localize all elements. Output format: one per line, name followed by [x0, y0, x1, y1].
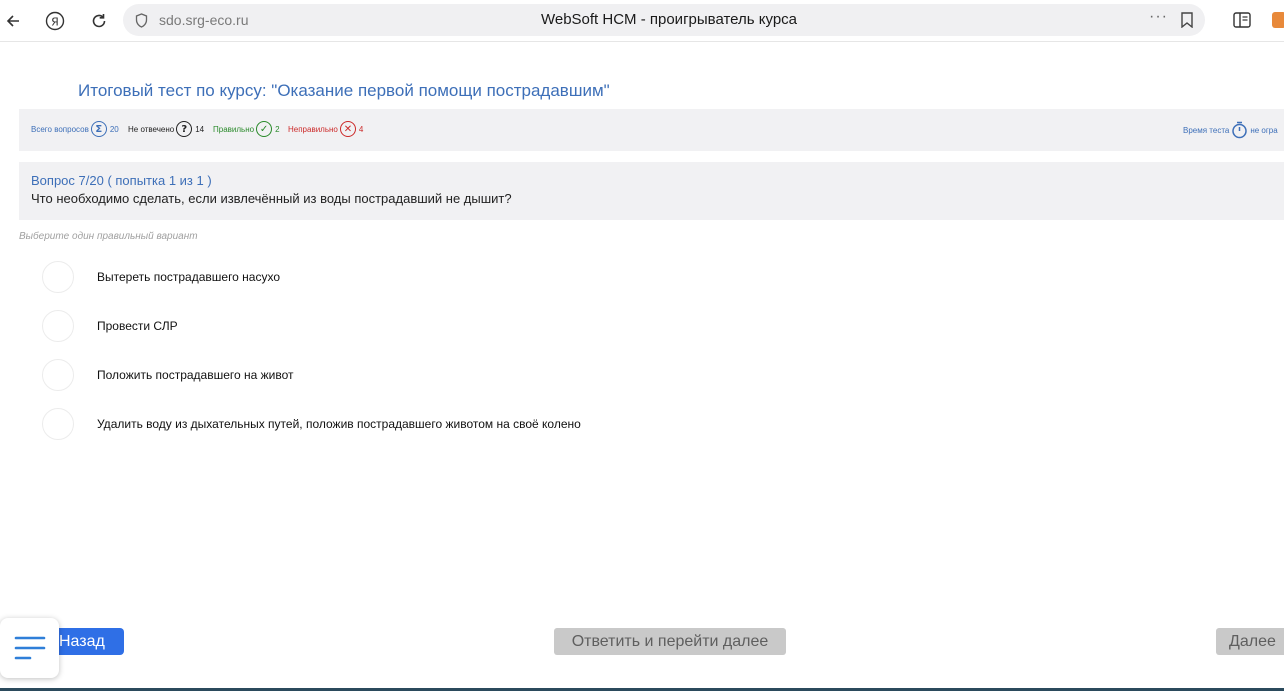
- answer-option-label[interactable]: Положить пострадавшего на живот: [97, 368, 294, 382]
- timer-value: не огра: [1250, 125, 1278, 135]
- answer-hint: Выберите один правильный вариант: [19, 231, 198, 242]
- stopwatch-icon: [1232, 121, 1248, 139]
- bookmark-icon[interactable]: [1180, 12, 1194, 28]
- stat-wrong-label: Неправильно: [288, 124, 338, 134]
- stat-unanswered-value: 14: [195, 124, 205, 134]
- yandex-icon[interactable]: Я: [42, 8, 68, 34]
- sum-icon: Σ: [90, 121, 107, 137]
- answer-option-4[interactable]: Удалить воду из дыхательных путей, полож…: [42, 407, 581, 441]
- more-menu-button[interactable]: ···: [1149, 8, 1168, 26]
- answer-option-label[interactable]: Провести СЛР: [97, 319, 178, 333]
- radio-button[interactable]: [42, 261, 74, 293]
- stat-unanswered: Не отвечено ? 14: [128, 121, 204, 137]
- stats-bar: Всего вопросов Σ 20 Не отвечено ? 14 Пра…: [19, 109, 1284, 151]
- browser-page-title: WebSoft HCM - проигрыватель курса: [540, 11, 798, 28]
- answer-option-1[interactable]: Вытереть пострадавшего насухо: [42, 260, 280, 294]
- back-button[interactable]: Назад: [59, 628, 124, 655]
- test-timer: Время теста не огра: [1183, 121, 1278, 139]
- radio-button[interactable]: [42, 310, 74, 342]
- stat-unanswered-label: Не отвечено: [128, 124, 175, 134]
- back-arrow-icon[interactable]: [0, 8, 26, 34]
- checkmark-icon: ✓: [256, 121, 273, 137]
- question-box: Вопрос 7/20 ( попытка 1 из 1 ) Что необх…: [19, 162, 1284, 220]
- stat-correct-label: Правильно: [213, 124, 255, 134]
- question-mark-icon: ?: [176, 121, 193, 137]
- stat-total-label: Всего вопросов: [31, 124, 89, 134]
- sidebar-icon[interactable]: [1232, 10, 1252, 30]
- menu-button[interactable]: [0, 618, 59, 678]
- course-title: Итоговый тест по курсу: "Оказание первой…: [78, 81, 610, 100]
- answer-option-3[interactable]: Положить пострадавшего на живот: [42, 358, 294, 392]
- question-number: Вопрос 7/20 ( попытка 1 из 1 ): [31, 173, 212, 188]
- timer-label: Время теста: [1183, 125, 1230, 135]
- attempt-label: ( попытка 1 из 1 ): [107, 173, 212, 188]
- browser-toolbar: Я sdo.srg-eco.ru WebSoft HCM - проигрыва…: [0, 0, 1284, 42]
- radio-button[interactable]: [42, 408, 74, 440]
- question-number-label: Вопрос 7/20: [31, 173, 104, 188]
- extension-icon[interactable]: [1272, 12, 1284, 28]
- stat-correct-value: 2: [275, 124, 280, 134]
- radio-button[interactable]: [42, 359, 74, 391]
- cross-icon: ✕: [339, 121, 356, 137]
- answer-and-next-button[interactable]: Ответить и перейти далее: [554, 628, 786, 655]
- reload-icon[interactable]: [86, 8, 112, 34]
- address-bar[interactable]: sdo.srg-eco.ru WebSoft HCM - проигрывате…: [123, 4, 1205, 36]
- answer-option-label[interactable]: Вытереть пострадавшего насухо: [97, 270, 280, 284]
- hamburger-menu-icon[interactable]: [14, 634, 46, 662]
- stat-wrong: Неправильно ✕ 4: [288, 121, 363, 137]
- question-text: Что необходимо сделать, если извлечённый…: [31, 191, 512, 206]
- answer-option-label[interactable]: Удалить воду из дыхательных путей, полож…: [97, 417, 581, 431]
- stat-total: Всего вопросов Σ 20: [31, 121, 119, 137]
- next-button[interactable]: Далее: [1216, 628, 1284, 655]
- stat-wrong-value: 4: [358, 124, 364, 134]
- svg-text:Я: Я: [51, 16, 59, 29]
- stat-total-value: 20: [109, 124, 119, 134]
- answer-option-2[interactable]: Провести СЛР: [42, 309, 178, 343]
- stat-correct: Правильно ✓ 2: [213, 121, 280, 137]
